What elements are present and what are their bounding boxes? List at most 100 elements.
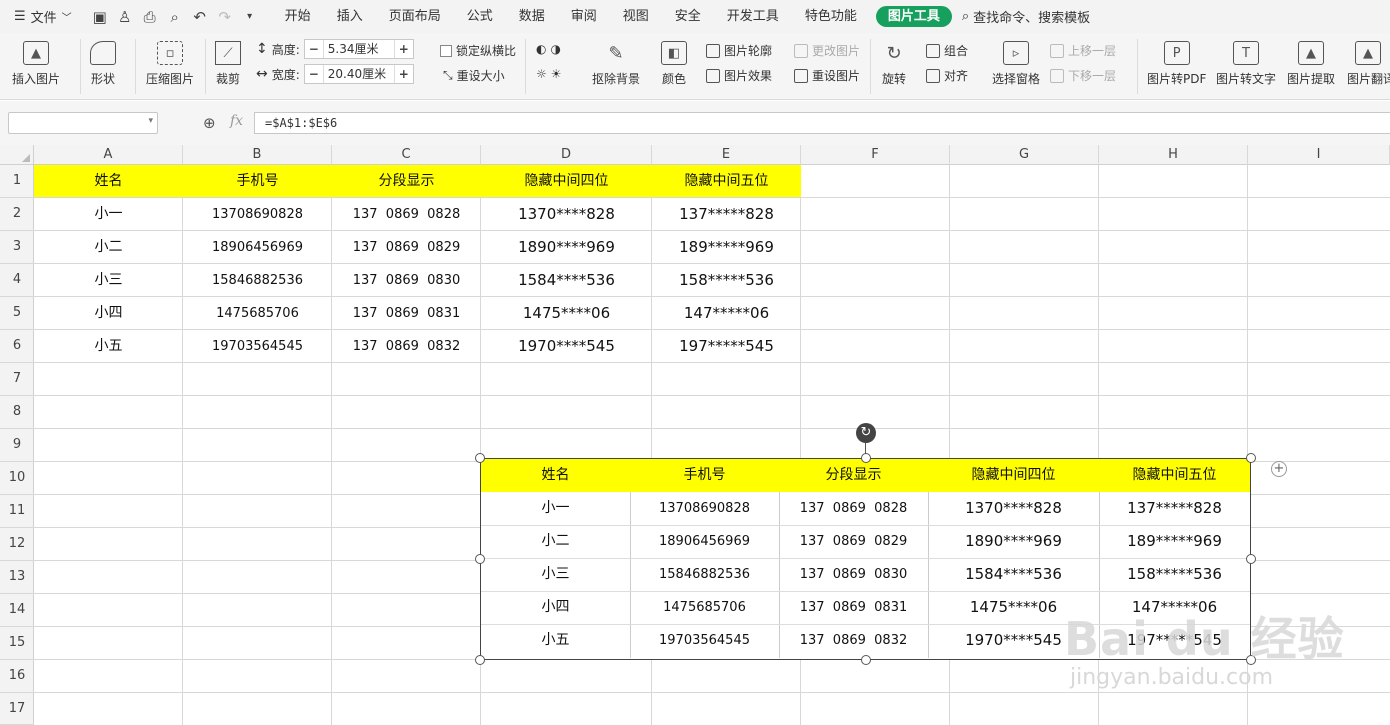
- header-cell-phone[interactable]: 手机号: [183, 165, 332, 198]
- checkbox-icon[interactable]: [440, 44, 452, 57]
- tab-security[interactable]: 安全: [662, 0, 714, 33]
- resize-handle-left[interactable]: [475, 554, 485, 564]
- formula-input[interactable]: =$A$1:$E$6: [254, 112, 1390, 134]
- send-backward-button[interactable]: 下移一层: [1050, 67, 1116, 84]
- picture-to-pdf-button[interactable]: P 图片转PDF: [1147, 41, 1206, 87]
- table-cell[interactable]: 137 0869 0829: [332, 231, 481, 264]
- contrast-up-icon[interactable]: ☼: [536, 67, 547, 81]
- group-button[interactable]: 组合: [926, 42, 968, 59]
- table-cell[interactable]: 189*****969: [652, 231, 801, 264]
- table-cell[interactable]: 小五: [34, 330, 183, 363]
- align-button[interactable]: 对齐: [926, 67, 968, 84]
- row-header[interactable]: 10: [0, 462, 34, 495]
- minus-icon[interactable]: −: [305, 67, 323, 81]
- row-header[interactable]: 5: [0, 297, 34, 330]
- plus-icon[interactable]: +: [395, 42, 413, 56]
- column-header-h[interactable]: H: [1099, 145, 1248, 165]
- rotate-button[interactable]: ↻ 旋转: [881, 41, 907, 87]
- column-header-i[interactable]: I: [1248, 145, 1390, 165]
- reset-picture-button[interactable]: 重设图片: [794, 67, 860, 84]
- column-header-f[interactable]: F: [801, 145, 950, 165]
- width-spinner[interactable]: − 20.40厘米 +: [303, 64, 414, 84]
- bring-forward-button[interactable]: 上移一层: [1050, 42, 1116, 59]
- table-cell[interactable]: 1475****06: [481, 297, 652, 330]
- table-cell[interactable]: 1584****536: [481, 264, 652, 297]
- row-header[interactable]: 12: [0, 528, 34, 561]
- table-cell[interactable]: 137 0869 0832: [332, 330, 481, 363]
- height-spinner[interactable]: − 5.34厘米 +: [303, 39, 414, 59]
- table-cell[interactable]: 137*****828: [652, 198, 801, 231]
- column-header-e[interactable]: E: [652, 145, 801, 165]
- row-header[interactable]: 2: [0, 198, 34, 231]
- header-cell-segmented[interactable]: 分段显示: [332, 165, 481, 198]
- minus-icon[interactable]: −: [305, 42, 323, 56]
- resize-handle-bottom-left[interactable]: [475, 655, 485, 665]
- picture-effect-button[interactable]: 图片效果: [706, 67, 772, 84]
- brightness-down-icon[interactable]: ◑: [550, 42, 560, 56]
- table-cell[interactable]: 147*****06: [652, 297, 801, 330]
- resize-handle-top-left[interactable]: [475, 453, 485, 463]
- table-cell[interactable]: 小一: [34, 198, 183, 231]
- zoom-icon[interactable]: ⊕: [203, 114, 216, 132]
- picture-translate-button[interactable]: ▲ 图片翻译: [1347, 41, 1390, 87]
- change-picture-button[interactable]: 更改图片: [794, 42, 860, 59]
- header-cell-hide-four[interactable]: 隐藏中间四位: [481, 165, 652, 198]
- table-cell[interactable]: 15846882536: [183, 264, 332, 297]
- row-header[interactable]: 4: [0, 264, 34, 297]
- save-icon[interactable]: ▣: [92, 8, 108, 26]
- undo-icon[interactable]: ↶: [192, 8, 208, 26]
- shape-button[interactable]: 形状: [90, 41, 116, 87]
- tab-page-layout[interactable]: 页面布局: [376, 0, 454, 33]
- picture-to-text-button[interactable]: T 图片转文字: [1216, 41, 1276, 87]
- name-box[interactable]: ▾: [8, 112, 158, 134]
- tab-view[interactable]: 视图: [610, 0, 662, 33]
- picture-extract-button[interactable]: ▲ 图片提取: [1287, 41, 1335, 87]
- remove-background-button[interactable]: ✎ 抠除背景: [592, 41, 640, 87]
- row-header[interactable]: 17: [0, 693, 34, 725]
- rotate-handle-icon[interactable]: ↻: [856, 423, 876, 443]
- column-header-g[interactable]: G: [950, 145, 1099, 165]
- reset-size-button[interactable]: ⤡ 重设大小: [443, 67, 505, 84]
- tab-picture-tools[interactable]: 图片工具: [875, 6, 952, 27]
- customize-icon[interactable]: ▾: [242, 11, 258, 22]
- table-cell[interactable]: 13708690828: [183, 198, 332, 231]
- plus-icon[interactable]: +: [395, 67, 413, 81]
- tab-developer[interactable]: 开发工具: [714, 0, 792, 33]
- header-cell-hide-five[interactable]: 隐藏中间五位: [652, 165, 801, 198]
- resize-handle-top[interactable]: [861, 453, 871, 463]
- color-button[interactable]: ◧ 颜色: [661, 41, 687, 87]
- table-cell[interactable]: 137 0869 0831: [332, 297, 481, 330]
- table-cell[interactable]: 1890****969: [481, 231, 652, 264]
- resize-handle-top-right[interactable]: [1246, 453, 1256, 463]
- insert-picture-button[interactable]: ▲ 插入图片: [12, 41, 60, 87]
- table-cell[interactable]: 18906456969: [183, 231, 332, 264]
- tab-formulas[interactable]: 公式: [454, 0, 506, 33]
- tab-data[interactable]: 数据: [506, 0, 558, 33]
- table-cell[interactable]: 小二: [34, 231, 183, 264]
- tab-special[interactable]: 特色功能: [792, 0, 870, 33]
- table-cell[interactable]: 197*****545: [652, 330, 801, 363]
- table-cell[interactable]: 158*****536: [652, 264, 801, 297]
- row-header[interactable]: 13: [0, 561, 34, 594]
- row-header[interactable]: 9: [0, 429, 34, 462]
- tab-review[interactable]: 审阅: [558, 0, 610, 33]
- table-cell[interactable]: 19703564545: [183, 330, 332, 363]
- table-cell[interactable]: 小三: [34, 264, 183, 297]
- chevron-down-icon[interactable]: ▾: [148, 116, 153, 126]
- table-cell[interactable]: 1370****828: [481, 198, 652, 231]
- selection-pane-button[interactable]: ▹ 选择窗格: [992, 41, 1040, 87]
- table-cell[interactable]: 小四: [34, 297, 183, 330]
- picture-outline-button[interactable]: 图片轮廓: [706, 42, 772, 59]
- row-header[interactable]: 1: [0, 165, 34, 198]
- row-header[interactable]: 8: [0, 396, 34, 429]
- brightness-up-icon[interactable]: ◐: [536, 42, 546, 56]
- column-header-d[interactable]: D: [481, 145, 652, 165]
- row-header[interactable]: 11: [0, 495, 34, 528]
- redo-icon[interactable]: ↷: [217, 8, 233, 26]
- row-header[interactable]: 6: [0, 330, 34, 363]
- print-preview-icon[interactable]: ⌕: [167, 8, 183, 26]
- format-painter-icon[interactable]: ♙: [117, 8, 133, 26]
- tab-home[interactable]: 开始: [272, 0, 324, 33]
- column-header-a[interactable]: A: [34, 145, 183, 165]
- file-menu[interactable]: ☰ 文件 ﹀: [0, 7, 78, 26]
